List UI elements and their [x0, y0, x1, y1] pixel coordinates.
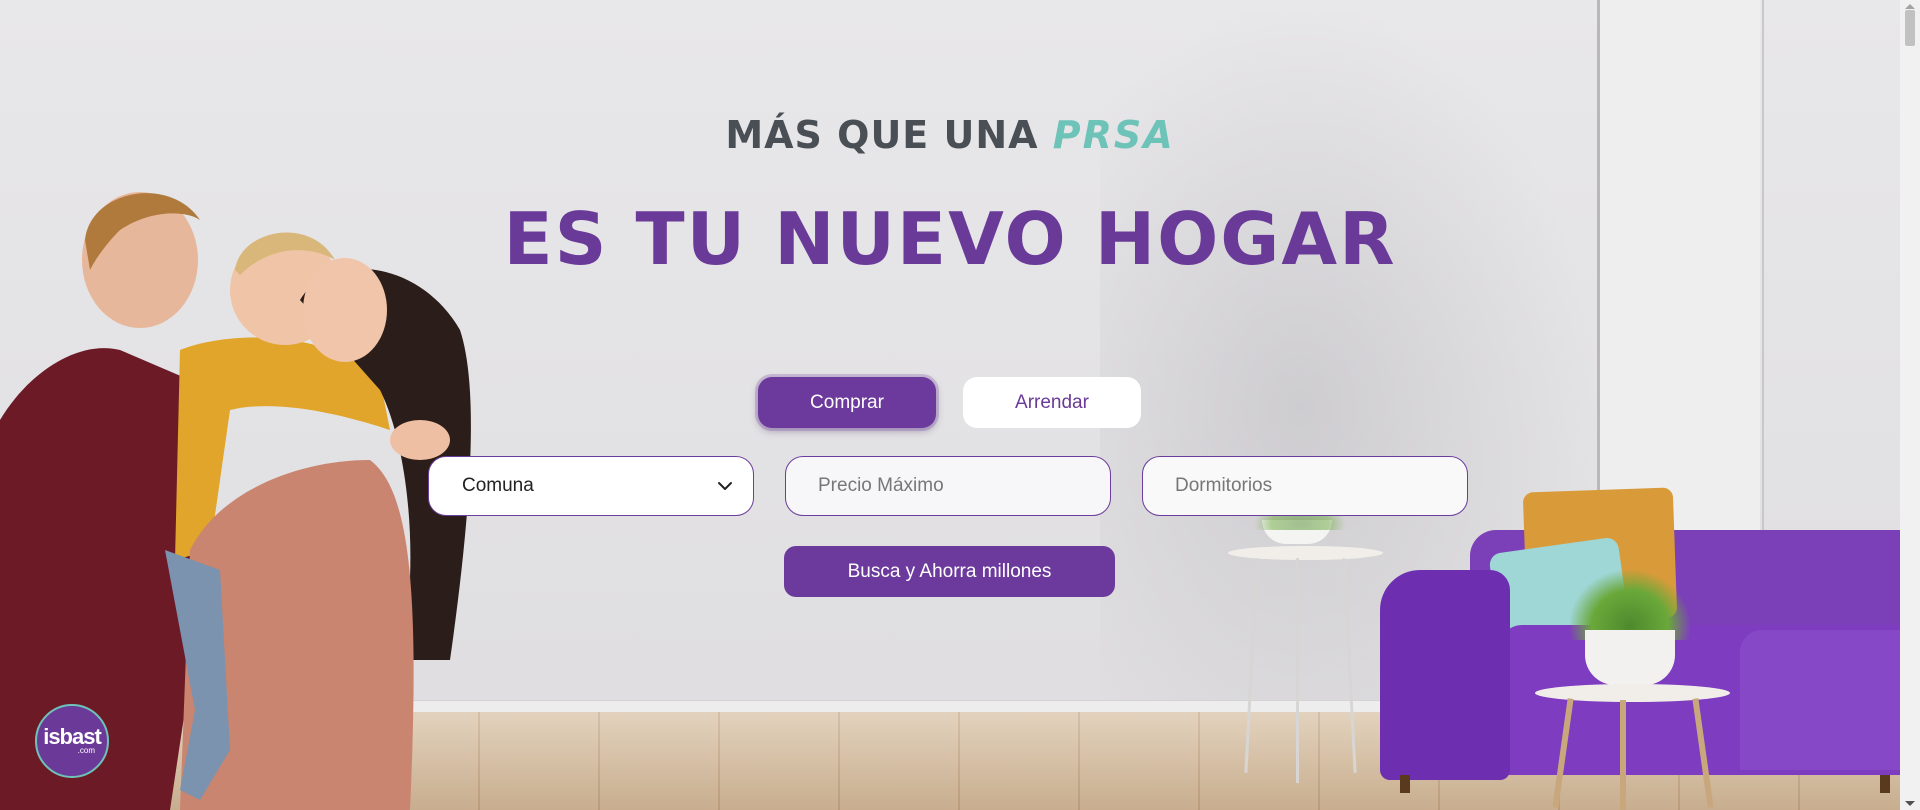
comuna-select[interactable]: Comuna [428, 456, 754, 516]
eyebrow-accent-word: PRSA [1052, 113, 1175, 157]
comuna-select-value: Comuna [462, 475, 534, 496]
sofa-leg [1400, 775, 1410, 793]
side-table-leg [1296, 558, 1299, 783]
sofa-seat [1740, 630, 1900, 770]
dormitorios-field[interactable] [1142, 456, 1468, 516]
eyebrow-text: MÁS QUE UNA [725, 113, 1053, 157]
hero-headline: ES TU NUEVO HOGAR [503, 197, 1397, 281]
side-table-top [1228, 546, 1383, 560]
dormitorios-input[interactable] [1143, 457, 1467, 515]
side-table-leg [1620, 700, 1626, 810]
page-scrollbar[interactable] [1900, 0, 1920, 810]
scroll-up-arrow-icon[interactable] [1904, 2, 1916, 10]
logo-subtext: .com [77, 746, 95, 755]
precio-maximo-field[interactable] [785, 456, 1111, 516]
chevron-down-icon [718, 482, 732, 490]
precio-maximo-input[interactable] [786, 457, 1110, 515]
scroll-down-arrow-icon[interactable] [1904, 800, 1916, 808]
tab-arrendar[interactable]: Arrendar [963, 377, 1141, 428]
sofa-arm [1380, 570, 1510, 780]
logo-text: isbast [43, 724, 102, 749]
sofa-leg [1880, 775, 1890, 793]
hero-eyebrow: MÁS QUE UNA PRSA [0, 113, 1900, 157]
plant-pot [1585, 630, 1675, 685]
tab-comprar[interactable]: Comprar [758, 377, 936, 428]
search-button[interactable]: Busca y Ahorra millones [784, 546, 1115, 597]
isbast-logo[interactable]: isbast .com [35, 704, 109, 778]
scrollbar-thumb[interactable] [1905, 10, 1915, 46]
side-table-top [1535, 684, 1730, 702]
